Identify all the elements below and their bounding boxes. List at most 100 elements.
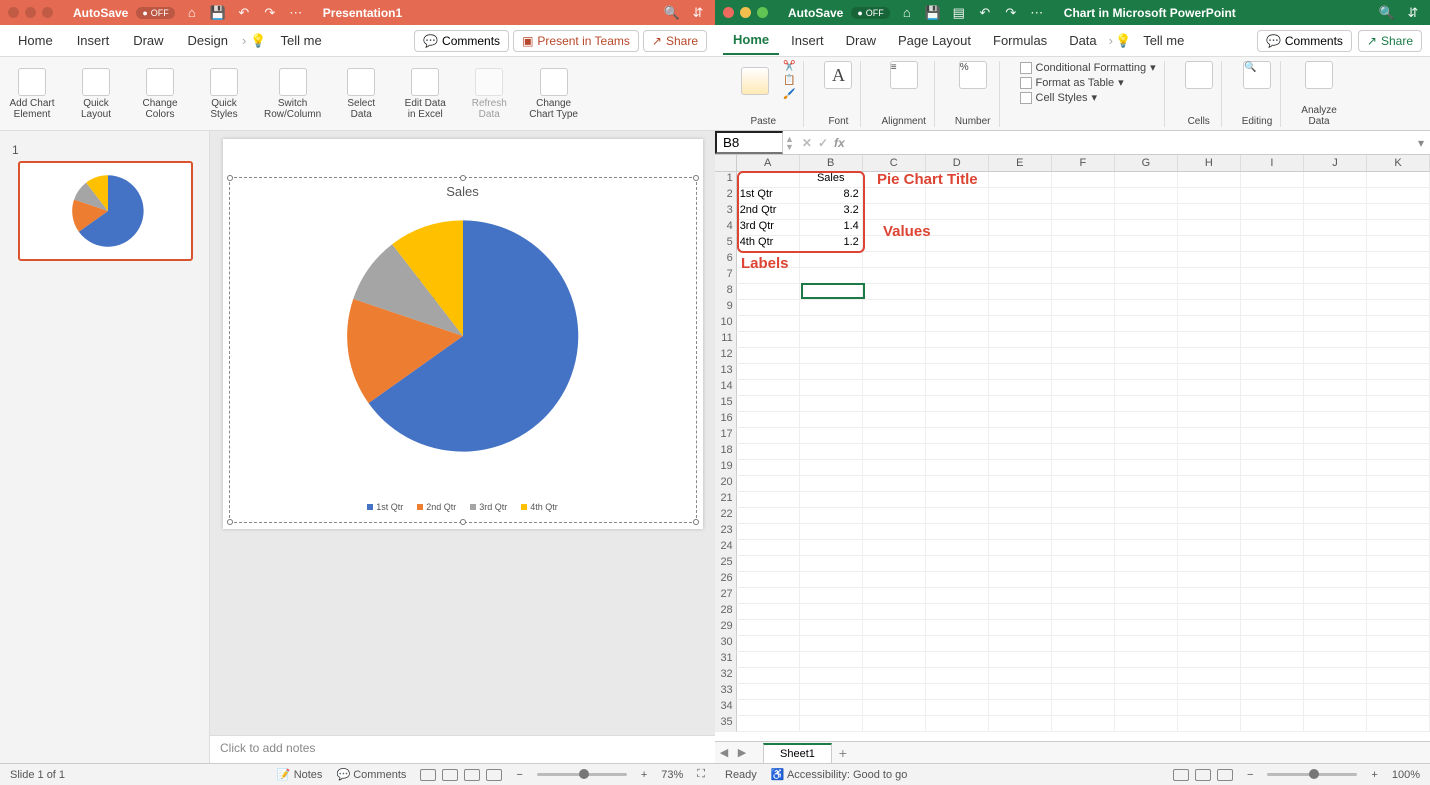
cell-E16[interactable] [989, 412, 1052, 428]
column-header-J[interactable]: J [1304, 155, 1367, 171]
zoom-slider[interactable] [1267, 773, 1357, 776]
cell-D11[interactable] [926, 332, 989, 348]
cell-J7[interactable] [1304, 268, 1367, 284]
row-header-23[interactable]: 23 [715, 524, 737, 540]
cell-E33[interactable] [989, 684, 1052, 700]
cell-I1[interactable] [1241, 172, 1304, 188]
cell-H17[interactable] [1178, 428, 1241, 444]
cell-H15[interactable] [1178, 396, 1241, 412]
cell-D5[interactable] [926, 236, 989, 252]
cell-A27[interactable] [737, 588, 800, 604]
cell-K7[interactable] [1367, 268, 1430, 284]
cell-A8[interactable] [737, 284, 800, 300]
row-header-35[interactable]: 35 [715, 716, 737, 732]
cell-D15[interactable] [926, 396, 989, 412]
cell-C22[interactable] [863, 508, 926, 524]
cell-C17[interactable] [863, 428, 926, 444]
cell-C26[interactable] [863, 572, 926, 588]
cell-F14[interactable] [1052, 380, 1115, 396]
change-chart-type-button[interactable]: Change Chart Type [529, 68, 578, 120]
cell-H22[interactable] [1178, 508, 1241, 524]
cell-E9[interactable] [989, 300, 1052, 316]
cell-I14[interactable] [1241, 380, 1304, 396]
zoom-in-button[interactable]: + [1371, 769, 1377, 781]
cell-F26[interactable] [1052, 572, 1115, 588]
cell-F12[interactable] [1052, 348, 1115, 364]
number-group[interactable]: %Number [947, 61, 1000, 127]
cell-F24[interactable] [1052, 540, 1115, 556]
normal-view-icon[interactable] [1173, 769, 1189, 781]
fit-to-window-icon[interactable]: ⛶ [697, 768, 705, 781]
editing-group[interactable]: 🔍Editing [1234, 61, 1282, 127]
cell-G11[interactable] [1115, 332, 1178, 348]
cell-J27[interactable] [1304, 588, 1367, 604]
cell-B2[interactable]: 8.2 [800, 188, 863, 204]
cell-styles-button[interactable]: Cell Styles ▾ [1020, 91, 1098, 104]
comments-toggle[interactable]: 💬 Comments [336, 768, 406, 781]
share-button[interactable]: ↗ Share [1358, 30, 1422, 52]
analyze-data-button[interactable]: Analyze Data [1293, 61, 1345, 127]
cell-J6[interactable] [1304, 252, 1367, 268]
cell-F13[interactable] [1052, 364, 1115, 380]
cell-G18[interactable] [1115, 444, 1178, 460]
cell-I21[interactable] [1241, 492, 1304, 508]
cell-K35[interactable] [1367, 716, 1430, 732]
cell-J18[interactable] [1304, 444, 1367, 460]
cell-E28[interactable] [989, 604, 1052, 620]
cell-I27[interactable] [1241, 588, 1304, 604]
tab-draw[interactable]: Draw [123, 27, 173, 54]
cell-B31[interactable] [800, 652, 863, 668]
home-icon[interactable]: ⌂ [183, 5, 201, 20]
cell-A23[interactable] [737, 524, 800, 540]
cell-J33[interactable] [1304, 684, 1367, 700]
cell-A6[interactable] [737, 252, 800, 268]
page-break-view-icon[interactable] [1217, 769, 1233, 781]
cell-H29[interactable] [1178, 620, 1241, 636]
cell-A14[interactable] [737, 380, 800, 396]
more-icon[interactable]: ⋯ [1028, 5, 1046, 21]
cell-H16[interactable] [1178, 412, 1241, 428]
cell-I20[interactable] [1241, 476, 1304, 492]
cell-B8[interactable] [800, 284, 863, 300]
cell-D34[interactable] [926, 700, 989, 716]
cell-B12[interactable] [800, 348, 863, 364]
cell-E10[interactable] [989, 316, 1052, 332]
row-header-21[interactable]: 21 [715, 492, 737, 508]
cell-G2[interactable] [1115, 188, 1178, 204]
cell-F11[interactable] [1052, 332, 1115, 348]
cell-B17[interactable] [800, 428, 863, 444]
cell-G6[interactable] [1115, 252, 1178, 268]
cell-B24[interactable] [800, 540, 863, 556]
cell-D10[interactable] [926, 316, 989, 332]
cancel-formula-icon[interactable]: ✕ [802, 136, 812, 150]
cell-G20[interactable] [1115, 476, 1178, 492]
cell-J23[interactable] [1304, 524, 1367, 540]
cell-G21[interactable] [1115, 492, 1178, 508]
cell-D22[interactable] [926, 508, 989, 524]
cells-group[interactable]: Cells [1177, 61, 1222, 127]
cell-I11[interactable] [1241, 332, 1304, 348]
cell-I10[interactable] [1241, 316, 1304, 332]
cell-F30[interactable] [1052, 636, 1115, 652]
cell-G12[interactable] [1115, 348, 1178, 364]
cell-K12[interactable] [1367, 348, 1430, 364]
cell-G30[interactable] [1115, 636, 1178, 652]
cell-K13[interactable] [1367, 364, 1430, 380]
cell-J28[interactable] [1304, 604, 1367, 620]
cell-I26[interactable] [1241, 572, 1304, 588]
cell-E15[interactable] [989, 396, 1052, 412]
cell-C32[interactable] [863, 668, 926, 684]
cell-I31[interactable] [1241, 652, 1304, 668]
row-header-13[interactable]: 13 [715, 364, 737, 380]
cell-F21[interactable] [1052, 492, 1115, 508]
cell-I29[interactable] [1241, 620, 1304, 636]
cell-D32[interactable] [926, 668, 989, 684]
cell-I3[interactable] [1241, 204, 1304, 220]
cell-A21[interactable] [737, 492, 800, 508]
cell-E19[interactable] [989, 460, 1052, 476]
tab-home[interactable]: Home [723, 26, 779, 55]
cell-F7[interactable] [1052, 268, 1115, 284]
cell-H35[interactable] [1178, 716, 1241, 732]
row-header-8[interactable]: 8 [715, 284, 737, 300]
cell-B29[interactable] [800, 620, 863, 636]
